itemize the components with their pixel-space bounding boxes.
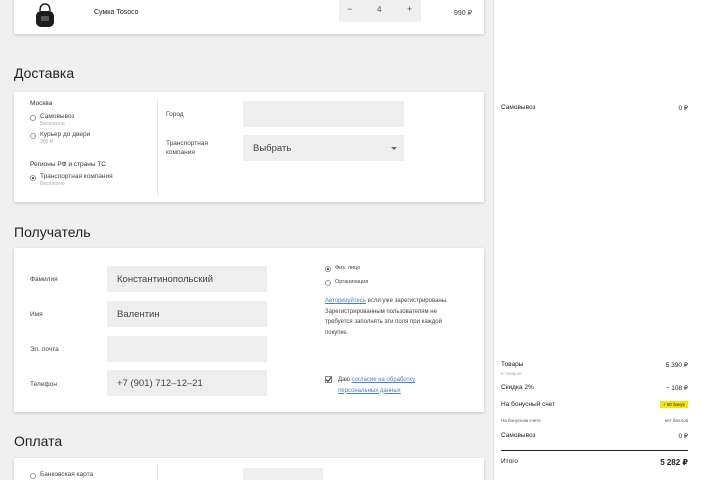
organization-label[interactable]: Организация <box>335 279 368 285</box>
individual-label[interactable]: Физ. лицо <box>335 265 360 271</box>
moscow-courier-label[interactable]: Курьер до двери <box>40 131 90 138</box>
surname-value: Константинопольский <box>117 273 214 285</box>
recipient-title: Получатель <box>14 224 91 240</box>
summary-discount-label: Скидка 2% <box>501 384 534 391</box>
bag-thumbnail-icon <box>36 3 54 27</box>
radio-bank-card[interactable] <box>30 473 36 479</box>
tk-label: Транспортная компания <box>166 140 208 156</box>
summary-goods-value: 5 390 ₽ <box>665 362 688 369</box>
quantity-stepper: − 4 + <box>339 0 421 22</box>
checkmark-icon <box>325 376 332 383</box>
summary-total-row: Итого 5 282 ₽ <box>501 458 688 467</box>
name-value: Валентин <box>117 308 160 320</box>
phone-input[interactable]: +7 (901) 712–12–21 <box>107 370 267 396</box>
summary-divider <box>501 450 688 451</box>
summary-total-value: 5 282 ₽ <box>660 458 688 467</box>
payment-title: Оплата <box>14 433 63 449</box>
email-input[interactable] <box>107 336 267 362</box>
radio-organization[interactable] <box>325 280 331 286</box>
surname-input[interactable]: Константинопольский <box>107 266 267 292</box>
auth-note: Авторизуйтесь если уже зарегистрированы.… <box>325 296 450 338</box>
moscow-heading: Москва <box>30 100 53 107</box>
summary-bonus-balance-label: На бонусном счете <box>501 418 541 423</box>
summary-discount-value: − 108 ₽ <box>665 385 688 392</box>
name-input[interactable]: Валентин <box>107 301 267 327</box>
summary-total-label: Итого <box>501 458 519 465</box>
regions-tk-label[interactable]: Транспортная компания <box>40 173 113 180</box>
radio-moscow-courier[interactable] <box>30 133 36 139</box>
regions-tk-sub: Бесплатно <box>40 181 65 187</box>
email-label: Эл. почта <box>30 346 59 353</box>
tk-select-value: Выбрать <box>253 142 292 154</box>
moscow-pickup-sub: Бесплатно <box>40 121 65 127</box>
moscow-courier-sub: 300 ₽ <box>40 139 53 145</box>
summary-pickup2-label: Самовывоз <box>501 432 536 439</box>
regions-heading: Регионы РФ и страны ТС <box>30 161 106 168</box>
auth-link[interactable]: Авторизуйтесь <box>325 298 366 304</box>
summary-goods-sub: 5 товаров <box>501 371 522 376</box>
summary-bonus-badge: + 50 бонус <box>659 401 688 408</box>
consent-checkbox[interactable] <box>325 376 332 383</box>
summary-bonus-label: На бонусный счет <box>501 401 556 408</box>
chevron-down-icon <box>391 147 397 150</box>
order-summary: Самовывоз 0 ₽ Товары 5 390 ₽ 5 товаров С… <box>493 0 720 480</box>
recipient-card: Фамилия Константинопольский Имя Валентин… <box>14 248 484 412</box>
city-label: Город <box>166 111 184 118</box>
radio-regions-tk[interactable] <box>30 175 36 181</box>
product-name[interactable]: Сумка Tosoco <box>94 9 139 16</box>
consent-link[interactable]: согласие на обработку персональных данны… <box>338 377 415 394</box>
summary-goods-label: Товары <box>501 361 524 368</box>
summary-discount-row: Скидка 2% − 108 ₽ <box>501 384 688 392</box>
delivery-card: Москва Самовывоз Бесплатно Курьер до две… <box>14 92 484 202</box>
bank-card-label[interactable]: Банковская карта <box>40 471 93 478</box>
summary-pickup-label: Самовывоз <box>501 104 536 111</box>
cart-item-card: Сумка Tosoco − 4 + 990 ₽ <box>14 0 484 34</box>
delivery-divider <box>157 98 158 196</box>
summary-pickup-row: Самовывоз 0 ₽ <box>501 104 688 112</box>
radio-individual[interactable] <box>325 266 331 272</box>
product-price: 990 ₽ <box>454 10 473 17</box>
summary-bonus-balance-value: нет баллов <box>664 418 688 423</box>
tk-select[interactable]: Выбрать <box>243 135 404 161</box>
consent-prefix: Даю <box>338 377 350 383</box>
payment-divider <box>157 464 158 480</box>
summary-pickup-value: 0 ₽ <box>678 105 688 112</box>
summary-bonus-balance-row: На бонусном счете нет баллов <box>501 418 688 423</box>
decrease-qty-button[interactable]: − <box>347 4 352 14</box>
phone-label: Телефон <box>30 381 57 388</box>
moscow-pickup-label[interactable]: Самовывоз <box>40 113 75 120</box>
payment-card: Банковская карта <box>14 458 484 480</box>
payment-input[interactable] <box>243 468 323 480</box>
summary-bonus-row: На бонусный счет + 50 бонус <box>501 401 688 408</box>
increase-qty-button[interactable]: + <box>407 4 412 14</box>
phone-value: +7 (901) 712–12–21 <box>117 377 203 389</box>
summary-pickup2-value: 0 ₽ <box>678 433 688 440</box>
radio-moscow-pickup[interactable] <box>30 115 36 121</box>
name-label: Имя <box>30 311 43 318</box>
delivery-title: Доставка <box>14 65 75 81</box>
surname-label: Фамилия <box>30 276 58 283</box>
quantity-value[interactable]: 4 <box>377 5 381 14</box>
summary-goods-row: Товары 5 390 ₽ <box>501 361 688 369</box>
consent-text: Даю согласие на обработку персональных д… <box>338 375 456 396</box>
city-input[interactable] <box>243 101 404 127</box>
summary-pickup2-row: Самовывоз 0 ₽ <box>501 432 688 440</box>
checkout-main: Сумка Tosoco − 4 + 990 ₽ Доставка Москва… <box>0 0 493 480</box>
